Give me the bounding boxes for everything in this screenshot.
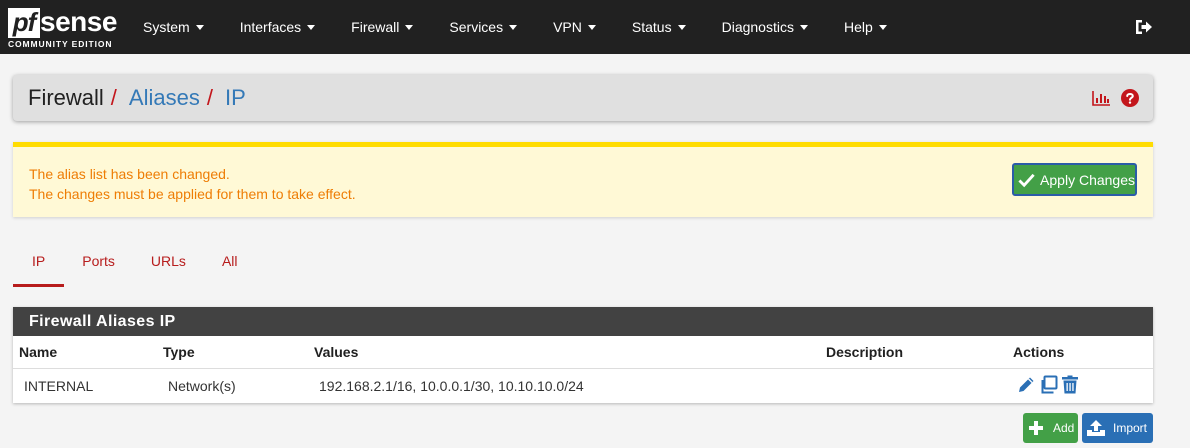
nav-menu-services[interactable]: Services — [431, 0, 535, 54]
logo-sense-text: sense — [40, 6, 117, 37]
nav-menu-system[interactable]: System — [125, 0, 222, 54]
caret-down-icon — [307, 25, 316, 30]
caret-down-icon — [677, 25, 686, 30]
nav-menu-label: Status — [631, 19, 672, 35]
nav-menu-firewall[interactable]: Firewall — [333, 0, 431, 54]
caret-down-icon — [587, 25, 596, 30]
apply-changes-button[interactable]: Apply Changes — [1012, 163, 1137, 196]
trash-icon[interactable] — [1061, 375, 1079, 394]
question-circle-icon[interactable] — [1121, 89, 1139, 107]
caret-down-icon — [405, 25, 414, 30]
notice-text: The alias list has been changed. The cha… — [29, 164, 356, 204]
apply-changes-notice: The alias list has been changed. The cha… — [13, 142, 1153, 217]
notice-line-1: The alias list has been changed. — [29, 166, 230, 182]
breadcrumb-separator: / — [110, 85, 117, 110]
main-menu: System Interfaces Firewall Services VPN … — [125, 0, 905, 54]
copy-icon[interactable] — [1039, 375, 1058, 394]
nav-menu-interfaces[interactable]: Interfaces — [222, 0, 333, 54]
caret-down-icon — [878, 25, 887, 30]
add-alias-button[interactable]: Add — [1023, 413, 1078, 443]
nav-menu-label: VPN — [553, 19, 582, 35]
pfsense-logo[interactable]: pf sense COMMUNITY EDITION — [8, 6, 117, 50]
pencil-icon[interactable] — [1017, 375, 1036, 394]
tab-all[interactable]: All — [204, 239, 256, 287]
breadcrumb-aliases-link[interactable]: Aliases — [129, 85, 200, 110]
add-button-label: Add — [1053, 421, 1075, 435]
nav-menu-diagnostics[interactable]: Diagnostics — [704, 0, 826, 54]
plus-icon — [1029, 421, 1043, 435]
breadcrumb-firewall: Firewall — [28, 85, 104, 110]
import-alias-button[interactable]: Import — [1082, 413, 1153, 443]
check-icon — [1018, 173, 1035, 187]
nav-menu-label: System — [143, 19, 190, 35]
breadcrumb: Firewall / Aliases / IP — [28, 75, 246, 121]
notice-line-2: The changes must be applied for them to … — [29, 186, 356, 202]
caret-down-icon — [509, 25, 518, 30]
sign-out-icon[interactable] — [1132, 15, 1156, 39]
aliases-table-panel: Firewall Aliases IP Name Type Values Des… — [13, 307, 1153, 403]
caret-down-icon — [195, 25, 204, 30]
alias-tabs: IP Ports URLs All — [13, 239, 256, 287]
nav-menu-label: Firewall — [351, 19, 400, 35]
breadcrumb-panel: Firewall / Aliases / IP — [13, 75, 1153, 121]
apply-changes-label: Apply Changes — [1040, 171, 1135, 188]
column-header-values[interactable]: Values — [314, 336, 358, 368]
breadcrumb-separator: / — [206, 85, 213, 110]
breadcrumb-ip-link[interactable]: IP — [225, 85, 246, 110]
column-header-description[interactable]: Description — [826, 336, 903, 368]
nav-menu-label: Help — [843, 19, 873, 35]
nav-menu-vpn[interactable]: VPN — [535, 0, 614, 54]
table-title: Firewall Aliases IP — [13, 307, 1153, 336]
chart-bar-icon[interactable] — [1092, 90, 1111, 106]
tab-urls[interactable]: URLs — [133, 239, 204, 287]
column-header-actions: Actions — [1013, 344, 1065, 360]
nav-menu-help[interactable]: Help — [826, 0, 905, 54]
nav-menu-status[interactable]: Status — [614, 0, 704, 54]
logo-pf-mark: pf — [8, 8, 40, 38]
tab-ports[interactable]: Ports — [64, 239, 133, 287]
row-actions — [1017, 373, 1082, 395]
upload-icon — [1087, 420, 1105, 436]
nav-menu-label: Services — [449, 19, 504, 35]
cell-name: INTERNAL — [24, 378, 94, 394]
caret-down-icon — [799, 25, 808, 30]
cell-type: Network(s) — [168, 378, 236, 394]
tab-ip[interactable]: IP — [13, 239, 65, 287]
breadcrumb-actions — [1082, 89, 1139, 107]
column-header-name[interactable]: Name — [19, 336, 57, 368]
import-button-label: Import — [1113, 421, 1148, 435]
column-header-type[interactable]: Type — [163, 336, 195, 368]
nav-menu-label: Diagnostics — [721, 19, 794, 35]
logo-edition: COMMUNITY EDITION — [8, 39, 113, 49]
cell-values: 192.168.2.1/16, 10.0.0.1/30, 10.10.10.0/… — [319, 378, 584, 394]
nav-menu-label: Interfaces — [239, 19, 302, 35]
top-navbar: pf sense COMMUNITY EDITION System Interf… — [0, 0, 1190, 54]
